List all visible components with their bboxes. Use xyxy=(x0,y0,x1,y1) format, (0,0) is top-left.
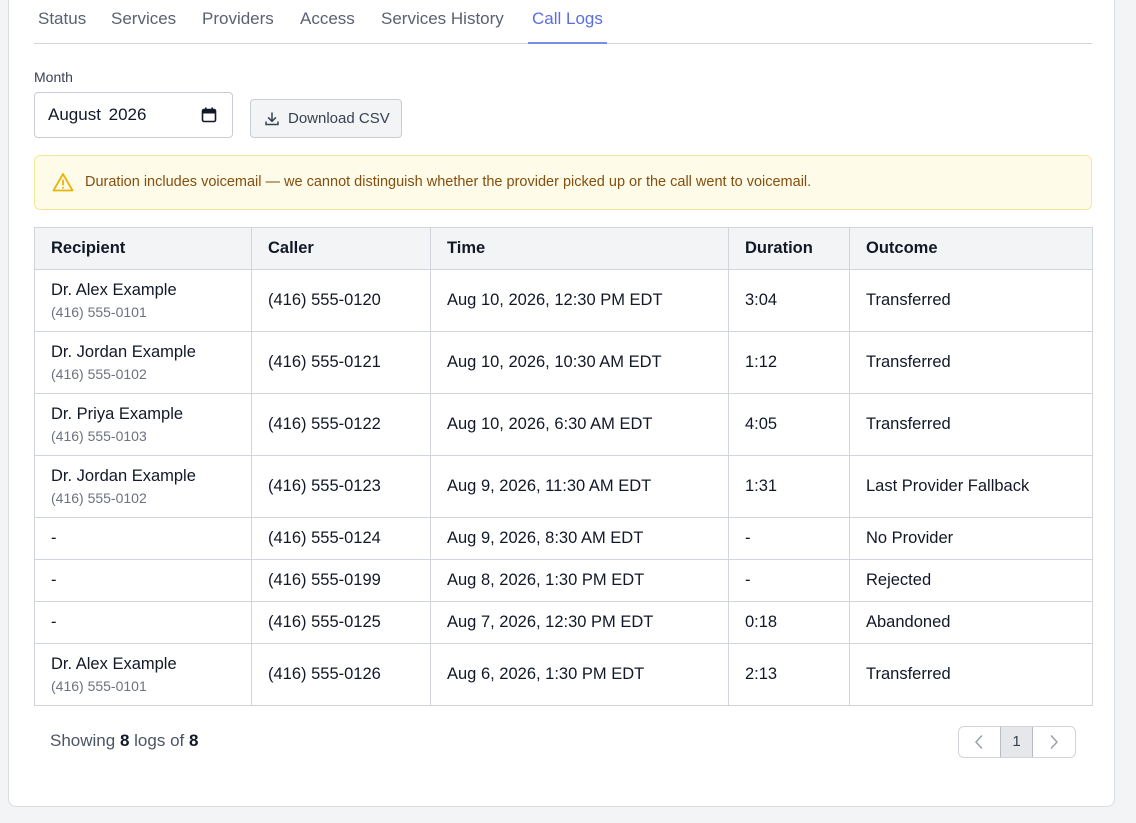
download-csv-label: Download CSV xyxy=(288,110,390,127)
recipient-cell: - xyxy=(34,601,252,644)
duration-cell: 3:04 xyxy=(728,269,850,332)
duration-cell: 4:05 xyxy=(728,393,850,456)
column-header-recipient: Recipient xyxy=(34,227,252,270)
recipient-phone: (416) 555-0101 xyxy=(51,678,147,694)
recipient-cell: Dr. Priya Example (416) 555-0103 xyxy=(34,393,252,456)
outcome-cell: Transferred xyxy=(849,643,1093,706)
chevron-right-icon xyxy=(1050,735,1058,749)
duration-cell: 1:31 xyxy=(728,455,850,518)
table-row: Dr. Jordan Example (416) 555-0102 (416) 5… xyxy=(34,455,1093,518)
month-picker[interactable]: August 2026 xyxy=(34,92,233,138)
outcome-cell: Transferred xyxy=(849,331,1093,394)
download-csv-button[interactable]: Download CSV xyxy=(250,99,402,138)
column-header-outcome: Outcome xyxy=(849,227,1093,270)
tab-call-logs[interactable]: Call Logs xyxy=(528,9,607,44)
pagination: 1 xyxy=(958,726,1076,758)
time-cell: Aug 8, 2026, 1:30 PM EDT xyxy=(430,559,729,602)
column-header-duration: Duration xyxy=(728,227,850,270)
next-page-button[interactable] xyxy=(1034,727,1075,757)
download-icon xyxy=(265,112,279,126)
outcome-cell: Last Provider Fallback xyxy=(849,455,1093,518)
tab-providers[interactable]: Providers xyxy=(202,9,274,42)
recipient-cell: Dr. Jordan Example (416) 555-0102 xyxy=(34,455,252,518)
caller-cell: (416) 555-0121 xyxy=(251,331,431,394)
recipient-name: Dr. Jordan Example xyxy=(51,343,196,361)
table-row: - (416) 555-0199 Aug 8, 2026, 1:30 PM ED… xyxy=(34,559,1093,602)
warning-icon xyxy=(52,173,74,192)
showing-prefix: Showing xyxy=(50,731,116,750)
recipient-cell: Dr. Jordan Example (416) 555-0102 xyxy=(34,331,252,394)
duration-cell: - xyxy=(728,517,850,560)
caller-cell: (416) 555-0123 xyxy=(251,455,431,518)
duration-cell: 1:12 xyxy=(728,331,850,394)
total-count: 8 xyxy=(188,731,199,750)
time-cell: Aug 7, 2026, 12:30 PM EDT xyxy=(430,601,729,644)
outcome-cell: Transferred xyxy=(849,269,1093,332)
caller-cell: (416) 555-0120 xyxy=(251,269,431,332)
time-cell: Aug 10, 2026, 12:30 PM EDT xyxy=(430,269,729,332)
caller-cell: (416) 555-0125 xyxy=(251,601,431,644)
recipient-phone: (416) 555-0102 xyxy=(51,490,147,506)
caller-cell: (416) 555-0126 xyxy=(251,643,431,706)
duration-cell: 2:13 xyxy=(728,643,850,706)
outcome-cell: Abandoned xyxy=(849,601,1093,644)
calendar-icon[interactable] xyxy=(201,107,217,123)
chevron-left-icon xyxy=(975,735,983,749)
caller-cell: (416) 555-0199 xyxy=(251,559,431,602)
outcome-cell: No Provider xyxy=(849,517,1093,560)
duration-cell: - xyxy=(728,559,850,602)
alert-message: Duration includes voicemail — we cannot … xyxy=(85,174,812,190)
table-row: Dr. Alex Example (416) 555-0101 (416) 555… xyxy=(34,643,1093,706)
previous-page-button[interactable] xyxy=(959,727,1000,757)
showing-middle: logs of xyxy=(134,731,185,750)
recipient-cell: Dr. Alex Example (416) 555-0101 xyxy=(34,643,252,706)
caller-cell: (416) 555-0124 xyxy=(251,517,431,560)
showing-count: Showing 8 logs of 8 xyxy=(50,731,198,751)
time-cell: Aug 6, 2026, 1:30 PM EDT xyxy=(430,643,729,706)
tab-bar: Status Services Providers Access Service… xyxy=(34,1,1092,44)
voicemail-warning-alert: Duration includes voicemail — we cannot … xyxy=(34,155,1092,210)
outcome-cell: Transferred xyxy=(849,393,1093,456)
recipient-phone: (416) 555-0103 xyxy=(51,428,147,444)
recipient-name: Dr. Alex Example xyxy=(51,655,177,673)
month-value: August 2026 xyxy=(48,105,147,124)
table-row: - (416) 555-0125 Aug 7, 2026, 12:30 PM E… xyxy=(34,601,1093,644)
recipient-cell: Dr. Alex Example (416) 555-0101 xyxy=(34,269,252,332)
recipient-name: Dr. Alex Example xyxy=(51,281,177,299)
time-cell: Aug 9, 2026, 8:30 AM EDT xyxy=(430,517,729,560)
recipient-phone: (416) 555-0101 xyxy=(51,304,147,320)
caller-cell: (416) 555-0122 xyxy=(251,393,431,456)
tab-services[interactable]: Services xyxy=(111,9,176,42)
column-header-caller: Caller xyxy=(251,227,431,270)
page-1-button[interactable]: 1 xyxy=(1000,727,1033,757)
recipient-cell: - xyxy=(34,559,252,602)
time-cell: Aug 10, 2026, 10:30 AM EDT xyxy=(430,331,729,394)
table-header-row: Recipient Caller Time Duration Outcome xyxy=(34,227,1093,270)
month-label: Month xyxy=(34,69,73,85)
table-row: Dr. Alex Example (416) 555-0101 (416) 555… xyxy=(34,269,1093,332)
call-logs-table: Recipient Caller Time Duration Outcome D… xyxy=(34,227,1093,706)
time-cell: Aug 10, 2026, 6:30 AM EDT xyxy=(430,393,729,456)
table-row: Dr. Jordan Example (416) 555-0102 (416) 5… xyxy=(34,331,1093,394)
duration-cell: 0:18 xyxy=(728,601,850,644)
outcome-cell: Rejected xyxy=(849,559,1093,602)
call-logs-card: Status Services Providers Access Service… xyxy=(8,0,1115,807)
column-header-time: Time xyxy=(430,227,729,270)
tab-services-history[interactable]: Services History xyxy=(381,9,504,42)
tab-status[interactable]: Status xyxy=(38,9,86,42)
tab-access[interactable]: Access xyxy=(300,9,355,42)
time-cell: Aug 9, 2026, 11:30 AM EDT xyxy=(430,455,729,518)
recipient-cell: - xyxy=(34,517,252,560)
recipient-name: Dr. Priya Example xyxy=(51,405,184,423)
table-row: - (416) 555-0124 Aug 9, 2026, 8:30 AM ED… xyxy=(34,517,1093,560)
table-row: Dr. Priya Example (416) 555-0103 (416) 55… xyxy=(34,393,1093,456)
shown-count: 8 xyxy=(119,731,130,750)
recipient-name: Dr. Jordan Example xyxy=(51,467,196,485)
recipient-phone: (416) 555-0102 xyxy=(51,366,147,382)
